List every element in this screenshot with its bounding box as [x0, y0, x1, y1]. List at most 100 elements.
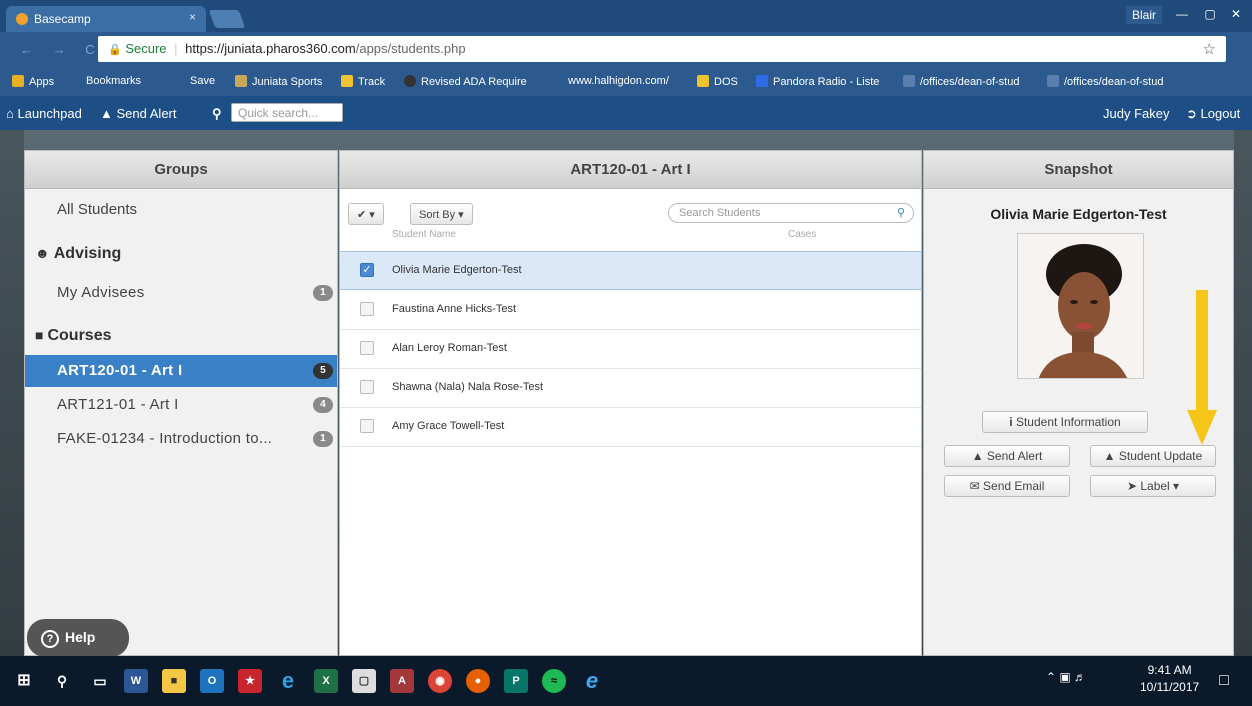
tray-icons[interactable]: ⌃ ▣ ♬ — [1046, 670, 1086, 684]
help-button[interactable]: ? Help — [27, 619, 129, 657]
quick-search-input[interactable]: Quick search... — [231, 103, 343, 122]
bookmark-dean-of-students-1[interactable]: /offices/dean-of-stud — [903, 75, 1019, 88]
annotation-arrow — [1187, 290, 1217, 445]
count-badge: 4 — [313, 397, 333, 413]
student-row[interactable]: Alan Leroy Roman-Test — [340, 330, 921, 369]
site-icon — [1047, 75, 1059, 87]
row-checkbox[interactable] — [360, 302, 374, 316]
tab-close-icon[interactable]: × — [189, 10, 196, 24]
spotify-icon[interactable]: ≈ — [542, 669, 566, 693]
chrome-icon[interactable]: ◉ — [428, 669, 452, 693]
system-clock[interactable]: 9:41 AM 10/11/2017 — [1140, 662, 1199, 696]
windows-taskbar: ⊞ ⚲ ▭ W ■ O ★ e X ▢ A ◉ ● P ≈ e ⌃ ▣ ♬ 9:… — [0, 656, 1252, 706]
folder-icon — [697, 75, 709, 87]
bookmark-revised-ada[interactable]: Revised ADA Require — [404, 75, 527, 88]
browser-tab[interactable]: Basecamp × — [6, 6, 206, 32]
address-bar-row: ← → C 🔒 Secure | https://juniata.pharos3… — [0, 32, 1252, 68]
user-name[interactable]: Judy Fakey — [1103, 106, 1169, 121]
app-icon[interactable]: ★ — [238, 669, 262, 693]
url-bar[interactable]: 🔒 Secure | https://juniata.pharos360.com… — [98, 36, 1226, 62]
url-path: /apps/students.php — [355, 41, 466, 56]
send-alert-link[interactable]: ▲ Send Alert — [100, 106, 177, 121]
nav-buttons[interactable]: ← → C — [20, 42, 103, 57]
info-icon: i — [1009, 415, 1013, 429]
tab-title: Basecamp — [34, 12, 91, 26]
search-icon: ⚲ — [896, 207, 905, 219]
minimize-icon[interactable]: — — [1168, 4, 1196, 24]
count-badge: 1 — [313, 431, 333, 447]
access-icon[interactable]: A — [390, 669, 414, 693]
excel-icon[interactable]: X — [314, 669, 338, 693]
new-tab-button[interactable] — [208, 10, 246, 28]
file-explorer-icon[interactable]: ■ — [162, 669, 186, 693]
bookmark-apps[interactable]: Apps — [12, 75, 54, 88]
apps-grid-icon — [12, 75, 24, 87]
course-panel: ART120-01 - Art I ✔ ▾ Sort By ▾ Search S… — [339, 150, 922, 656]
bookmark-dean-of-students-2[interactable]: /offices/dean-of-stud — [1047, 75, 1163, 88]
notifications-icon[interactable]: □ — [1212, 669, 1236, 693]
student-row[interactable]: ✓ Olivia Marie Edgerton-Test — [340, 251, 921, 290]
group-item-fake01234[interactable]: FAKE-01234 - Introduction to... 1 — [25, 423, 337, 455]
window-user-badge[interactable]: Blair — [1126, 6, 1163, 24]
student-row[interactable]: Faustina Anne Hicks-Test — [340, 291, 921, 330]
secure-label: Secure — [125, 41, 167, 56]
student-row[interactable]: Shawna (Nala) Nala Rose-Test — [340, 369, 921, 408]
internet-explorer-icon[interactable]: e — [580, 669, 604, 693]
task-view-icon[interactable]: ▭ — [88, 669, 112, 693]
maximize-icon[interactable]: ▢ — [1196, 4, 1224, 24]
bookmark-halhigdon[interactable]: www.halhigdon.com/ — [568, 75, 669, 87]
student-row[interactable]: Amy Grace Towell-Test — [340, 408, 921, 447]
count-badge: 5 — [313, 363, 333, 379]
home-icon: ⌂ — [6, 106, 14, 121]
row-checkbox[interactable] — [360, 419, 374, 433]
store-icon[interactable]: ▢ — [352, 669, 376, 693]
outlook-icon[interactable]: O — [200, 669, 224, 693]
bookmark-dos[interactable]: DOS — [697, 75, 738, 88]
edge-icon[interactable]: e — [276, 669, 300, 693]
publisher-icon[interactable]: P — [504, 669, 528, 693]
windows-start-icon[interactable]: ⊞ — [12, 669, 36, 693]
student-search-input[interactable]: Search Students ⚲ — [668, 203, 914, 223]
juniata-icon — [235, 75, 247, 87]
row-checkbox[interactable]: ✓ — [360, 263, 374, 277]
group-item-art121[interactable]: ART121-01 - Art I 4 — [25, 389, 337, 421]
count-badge: 1 — [313, 285, 333, 301]
bookmark-bookmarks[interactable]: Bookmarks — [86, 75, 141, 87]
bookmark-pandora[interactable]: Pandora Radio - Liste — [756, 75, 879, 88]
pandora-icon — [756, 75, 768, 87]
warning-icon: ▲ — [1103, 449, 1116, 463]
folder-icon — [341, 75, 353, 87]
site-icon — [903, 75, 915, 87]
bookmark-save[interactable]: Save — [190, 75, 215, 87]
logout-link[interactable]: ➲ Logout — [1186, 106, 1240, 122]
student-information-button[interactable]: i Student Information — [982, 411, 1148, 433]
word-icon[interactable]: W — [124, 669, 148, 693]
bookmark-star-icon[interactable]: ☆ — [1203, 40, 1216, 58]
search-icon: ⚲ — [212, 106, 222, 121]
student-photo — [1017, 233, 1144, 379]
row-checkbox[interactable] — [360, 380, 374, 394]
lock-icon: 🔒 — [108, 44, 122, 56]
label-dropdown-button[interactable]: ➤ Label ▾ — [1090, 475, 1216, 497]
sort-by-dropdown[interactable]: Sort By ▾ — [410, 203, 473, 225]
student-update-button[interactable]: ▲ Student Update — [1090, 445, 1216, 467]
site-icon — [404, 75, 416, 87]
all-students-link[interactable]: All Students — [57, 201, 137, 218]
column-cases[interactable]: Cases — [788, 229, 816, 240]
send-alert-button[interactable]: ▲ Send Alert — [944, 445, 1070, 467]
group-item-art120[interactable]: ART120-01 - Art I 5 — [25, 355, 337, 387]
column-student-name[interactable]: Student Name — [392, 229, 456, 240]
snapshot-title: Snapshot — [924, 151, 1233, 189]
search-icon[interactable]: ⚲ — [50, 669, 74, 693]
launchpad-link[interactable]: ⌂ Launchpad — [6, 106, 82, 121]
bookmark-juniata-sports[interactable]: Juniata Sports — [235, 75, 322, 88]
select-all-dropdown[interactable]: ✔ ▾ — [348, 203, 384, 225]
firefox-icon[interactable]: ● — [466, 669, 490, 693]
basecamp-favicon-icon — [16, 13, 28, 25]
row-checkbox[interactable] — [360, 341, 374, 355]
warning-icon: ▲ — [971, 449, 984, 463]
send-email-button[interactable]: ✉ Send Email — [944, 475, 1070, 497]
bookmark-track[interactable]: Track — [341, 75, 385, 88]
close-window-icon[interactable]: ✕ — [1222, 4, 1250, 24]
group-item-my-advisees[interactable]: My Advisees 1 — [25, 277, 337, 309]
